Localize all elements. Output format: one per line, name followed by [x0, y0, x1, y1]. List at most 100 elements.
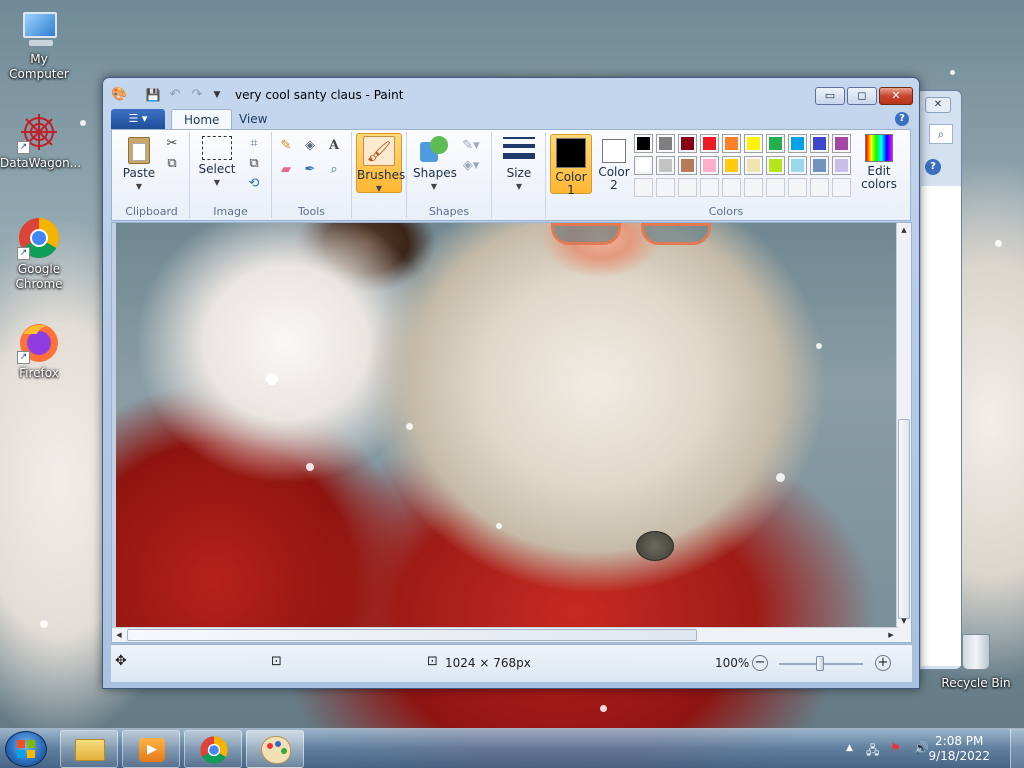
paint-menu-button[interactable]: ☰ ▾: [111, 109, 165, 129]
crop-icon[interactable]: ⌗: [244, 134, 264, 154]
palette-swatch[interactable]: [744, 156, 763, 175]
palette-swatch[interactable]: [634, 156, 653, 175]
resize-icon[interactable]: ⧉: [244, 154, 264, 174]
color2-button[interactable]: Color 2: [594, 137, 634, 192]
palette-custom-slot[interactable]: [634, 178, 653, 197]
palette-swatch[interactable]: [656, 134, 675, 153]
brushes-button[interactable]: 🖌 Brushes ▼: [356, 133, 405, 193]
palette-swatch[interactable]: [634, 134, 653, 153]
search-icon[interactable]: ⌕: [929, 124, 953, 144]
rotate-icon[interactable]: ⟲: [244, 174, 264, 194]
palette-custom-slot[interactable]: [678, 178, 697, 197]
cut-icon[interactable]: ✂: [162, 134, 182, 154]
palette-swatch[interactable]: [832, 156, 851, 175]
close-button[interactable]: ✕: [879, 87, 913, 105]
taskbar-paint[interactable]: [246, 730, 304, 768]
paste-button[interactable]: Paste ▼: [118, 134, 160, 193]
canvas-area[interactable]: ▲ ▼ ◀ ▶: [111, 222, 912, 643]
eraser-icon[interactable]: ▰: [276, 160, 296, 180]
desktop-icon-my-computer[interactable]: My Computer: [0, 10, 78, 82]
zoom-slider[interactable]: [779, 656, 863, 671]
edit-colors-button[interactable]: Edit colors: [856, 134, 902, 191]
volume-icon[interactable]: 🔊: [914, 741, 929, 755]
palette-swatch[interactable]: [700, 156, 719, 175]
palette-swatch[interactable]: [832, 134, 851, 153]
scroll-right-icon[interactable]: ▶: [884, 628, 898, 642]
undo-icon[interactable]: ↶: [167, 87, 183, 103]
taskbar-media-player[interactable]: ▶: [122, 730, 180, 768]
save-icon[interactable]: 💾: [145, 87, 161, 103]
paint-app-icon[interactable]: 🎨: [111, 87, 127, 103]
tab-home[interactable]: Home: [171, 109, 233, 130]
show-hidden-icons[interactable]: ▲: [846, 743, 853, 753]
palette-swatch[interactable]: [766, 156, 785, 175]
network-icon[interactable]: 🖧: [866, 741, 879, 762]
palette-swatch[interactable]: [700, 134, 719, 153]
copy-icon[interactable]: ⧉: [162, 154, 182, 174]
palette-swatch[interactable]: [766, 134, 785, 153]
color-picker-icon[interactable]: ✒: [300, 160, 320, 180]
fill-shape-icon[interactable]: ◈▾: [461, 156, 481, 176]
title-bar[interactable]: 🎨 💾 ↶ ↷ ▼ very cool santy claus - Paint …: [103, 78, 919, 108]
palette-custom-slot[interactable]: [788, 178, 807, 197]
scroll-down-icon[interactable]: ▼: [897, 614, 911, 628]
customize-qat-icon[interactable]: ▼: [209, 87, 225, 103]
close-icon[interactable]: ✕: [925, 97, 951, 113]
tab-view[interactable]: View: [227, 109, 279, 130]
start-button[interactable]: [5, 731, 47, 767]
desktop-icon-firefox[interactable]: ↗ Firefox: [0, 320, 78, 381]
shapes-button[interactable]: Shapes ▼: [413, 134, 457, 193]
zoom-slider-thumb[interactable]: [816, 656, 824, 671]
palette-swatch[interactable]: [788, 156, 807, 175]
palette-swatch[interactable]: [678, 134, 697, 153]
palette-swatch[interactable]: [722, 134, 741, 153]
system-clock[interactable]: 2:08 PM 9/18/2022: [928, 734, 990, 764]
palette-swatch[interactable]: [788, 134, 807, 153]
zoom-out-button[interactable]: −: [752, 655, 768, 671]
taskbar-explorer[interactable]: [60, 730, 118, 768]
vertical-scroll-thumb[interactable]: [898, 419, 910, 619]
group-clipboard: Paste ▼ ✂ ⧉ Clipboard: [114, 132, 190, 218]
palette-custom-slot[interactable]: [700, 178, 719, 197]
palette-custom-slot[interactable]: [832, 178, 851, 197]
minimize-button[interactable]: ▭: [815, 87, 845, 105]
desktop-icon-label: Recycle Bin: [941, 676, 1011, 690]
canvas-image[interactable]: [116, 223, 897, 633]
text-icon[interactable]: A: [324, 136, 344, 156]
palette-custom-slot[interactable]: [766, 178, 785, 197]
desktop-icon-chrome[interactable]: ↗ Google Chrome: [0, 216, 78, 292]
palette-swatch[interactable]: [744, 134, 763, 153]
vertical-scrollbar[interactable]: ▲ ▼: [896, 223, 911, 642]
outline-icon[interactable]: ✎▾: [461, 136, 481, 156]
palette-custom-slot[interactable]: [744, 178, 763, 197]
help-icon[interactable]: ?: [895, 112, 909, 126]
fill-icon[interactable]: ◈: [300, 136, 320, 156]
palette-swatch[interactable]: [810, 134, 829, 153]
palette-swatch[interactable]: [810, 156, 829, 175]
horizontal-scrollbar[interactable]: ◀ ▶: [112, 627, 898, 642]
color1-button[interactable]: Color 1: [550, 134, 592, 197]
palette-custom-slot[interactable]: [656, 178, 675, 197]
zoom-in-button[interactable]: +: [875, 655, 891, 671]
help-icon[interactable]: ?: [925, 159, 941, 175]
pencil-icon[interactable]: ✎: [276, 136, 296, 156]
action-center-icon[interactable]: ⚑: [890, 741, 901, 755]
taskbar-chrome[interactable]: [184, 730, 242, 768]
scroll-left-icon[interactable]: ◀: [112, 628, 126, 642]
palette-custom-slot[interactable]: [810, 178, 829, 197]
magnifier-icon[interactable]: ⌕: [324, 160, 344, 180]
horizontal-scroll-thumb[interactable]: [127, 629, 697, 641]
recycle-bin-icon: [959, 630, 993, 674]
palette-custom-slot[interactable]: [722, 178, 741, 197]
show-desktop-button[interactable]: [1010, 729, 1024, 768]
palette-swatch[interactable]: [656, 156, 675, 175]
redo-icon[interactable]: ↷: [189, 87, 205, 103]
paint-window[interactable]: 🎨 💾 ↶ ↷ ▼ very cool santy claus - Paint …: [102, 77, 920, 689]
maximize-button[interactable]: ◻: [847, 87, 877, 105]
scroll-up-icon[interactable]: ▲: [897, 223, 911, 237]
select-button[interactable]: Select ▼: [194, 136, 240, 189]
desktop-icon-datawagon[interactable]: ↗ DataWagon...: [0, 110, 81, 171]
palette-swatch[interactable]: [722, 156, 741, 175]
palette-swatch[interactable]: [678, 156, 697, 175]
size-button[interactable]: Size ▼: [498, 134, 540, 193]
